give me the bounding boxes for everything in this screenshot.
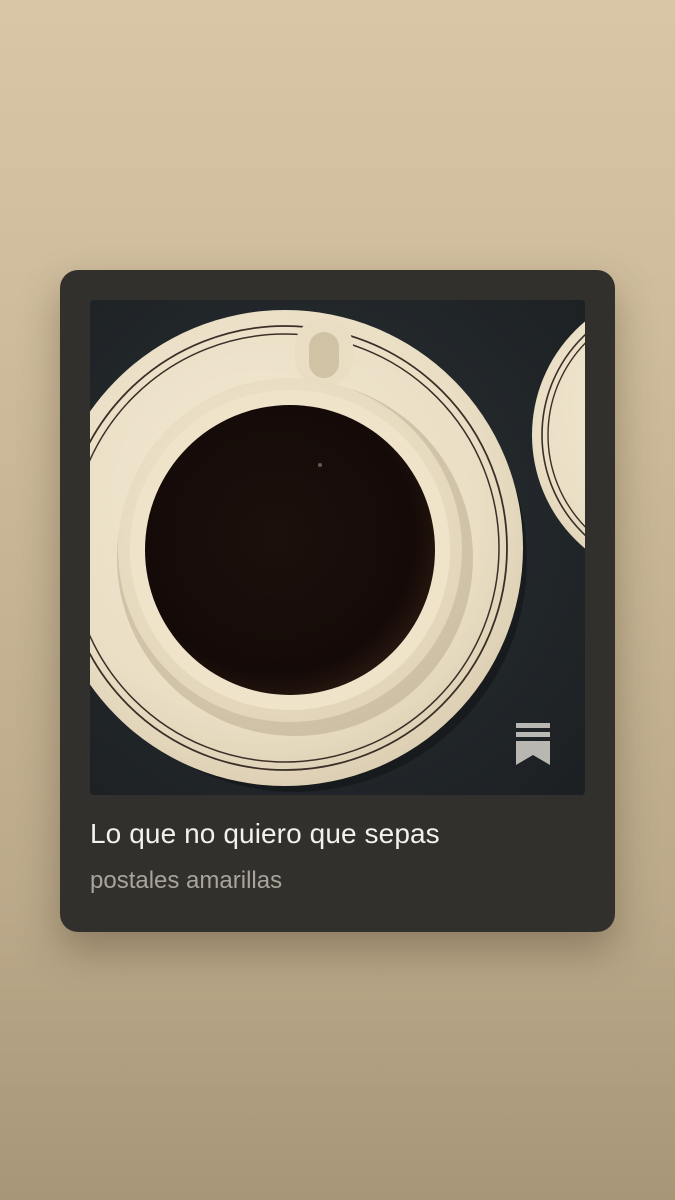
coffee	[145, 405, 435, 695]
coffee-cup-illustration	[90, 300, 585, 795]
card-subtitle: postales amarillas	[90, 867, 283, 894]
track-card[interactable]: Lo que no quiero que sepas postales amar…	[60, 270, 615, 932]
bookmark-icon[interactable]	[514, 721, 552, 767]
story-background: { "card": { "title": "Lo que no quiero q…	[0, 0, 675, 1200]
cover-artwork[interactable]	[90, 300, 585, 795]
card-title: Lo que no quiero que sepas	[90, 818, 440, 849]
